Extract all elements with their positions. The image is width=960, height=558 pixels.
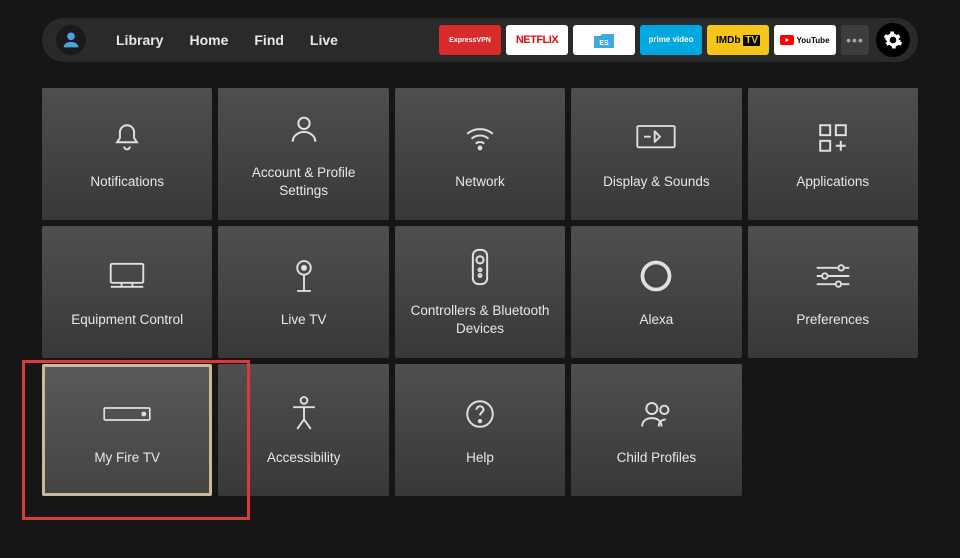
app-netflix[interactable]: NETFLIX [506, 25, 568, 55]
tile-network[interactable]: Network [395, 88, 565, 220]
tile-label: Alexa [640, 311, 674, 329]
tile-controllers-bluetooth[interactable]: Controllers & Bluetooth Devices [395, 226, 565, 358]
tile-label: Accessibility [267, 449, 341, 467]
bell-icon [110, 117, 144, 159]
nav-library[interactable]: Library [116, 32, 163, 48]
tile-child-profiles[interactable]: Child Profiles [571, 364, 741, 496]
gear-icon [883, 30, 903, 50]
app-expressvpn[interactable]: ExpressVPN [439, 25, 501, 55]
apps-icon [816, 117, 850, 159]
tile-label: Applications [796, 173, 869, 191]
app-youtube[interactable]: YouTube [774, 25, 836, 55]
tile-preferences[interactable]: Preferences [748, 226, 918, 358]
tile-account-profile[interactable]: Account & Profile Settings [218, 88, 388, 220]
settings-button[interactable] [876, 23, 910, 57]
nav-find[interactable]: Find [254, 32, 284, 48]
app-imdb-label: IMDb TV [716, 35, 760, 46]
app-imdb-tv[interactable]: IMDb TV [707, 25, 769, 55]
app-shortcuts: ExpressVPN NETFLIX ES prime video IMDb T… [439, 23, 910, 57]
tile-applications[interactable]: Applications [748, 88, 918, 220]
tile-accessibility[interactable]: Accessibility [218, 364, 388, 496]
tile-label: Controllers & Bluetooth Devices [403, 302, 557, 337]
tile-label: Network [455, 173, 505, 191]
more-apps-button[interactable]: ••• [841, 25, 869, 55]
tile-equipment-control[interactable]: Equipment Control [42, 226, 212, 358]
app-es-label: ES [599, 40, 609, 47]
tile-label: Help [466, 449, 494, 467]
sliders-icon [814, 255, 852, 297]
child-icon [638, 393, 674, 435]
help-icon [463, 393, 497, 435]
nav-items: Library Home Find Live [116, 32, 338, 48]
tile-alexa[interactable]: Alexa [571, 226, 741, 358]
device-icon [103, 393, 151, 435]
app-prime-label: prime video [649, 36, 694, 44]
profile-avatar[interactable] [56, 25, 86, 55]
tile-label: My Fire TV [94, 449, 160, 467]
tile-label: Live TV [281, 311, 327, 329]
tile-notifications[interactable]: Notifications [42, 88, 212, 220]
app-youtube-label: YouTube [796, 36, 829, 45]
nav-home[interactable]: Home [189, 32, 228, 48]
app-expressvpn-label: ExpressVPN [449, 37, 491, 44]
tile-label: Child Profiles [617, 449, 697, 467]
antenna-icon [287, 255, 321, 297]
nav-live[interactable]: Live [310, 32, 338, 48]
monitor-icon [108, 255, 146, 297]
tile-label: Notifications [90, 173, 164, 191]
top-nav-bar: Library Home Find Live ExpressVPN NETFLI… [42, 18, 918, 62]
display-icon [636, 117, 676, 159]
user-icon [287, 108, 321, 150]
tile-my-fire-tv[interactable]: My Fire TV [42, 364, 212, 496]
tile-label: Display & Sounds [603, 173, 710, 191]
app-es-file-explorer[interactable]: ES [573, 25, 635, 55]
tile-live-tv[interactable]: Live TV [218, 226, 388, 358]
remote-icon [469, 246, 491, 288]
tile-label: Account & Profile Settings [226, 164, 380, 199]
app-netflix-label: NETFLIX [516, 34, 558, 46]
app-prime-video[interactable]: prime video [640, 25, 702, 55]
youtube-icon [780, 35, 794, 45]
alexa-icon [638, 255, 674, 297]
tile-help[interactable]: Help [395, 364, 565, 496]
accessibility-icon [287, 393, 321, 435]
settings-grid: Notifications Account & Profile Settings… [42, 88, 918, 496]
wifi-icon [461, 117, 499, 159]
tile-label: Preferences [796, 311, 869, 329]
tile-display-sounds[interactable]: Display & Sounds [571, 88, 741, 220]
settings-grid-wrap: Notifications Account & Profile Settings… [0, 62, 960, 496]
tile-label: Equipment Control [71, 311, 183, 329]
